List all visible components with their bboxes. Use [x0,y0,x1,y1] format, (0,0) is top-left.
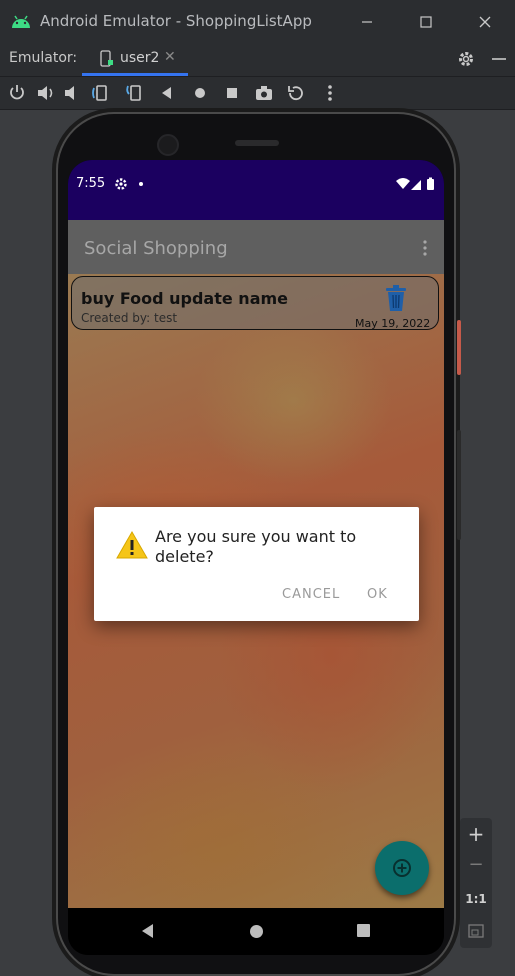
status-time: 7:55 [76,176,106,191]
status-bar: 7:55 [68,160,444,220]
android-logo-icon [12,15,30,28]
dialog-message: Are you sure you want to delete? [155,527,357,566]
back-icon[interactable] [156,82,178,104]
zoom-in-button[interactable]: + [460,822,492,846]
cancel-button[interactable]: CANCEL [282,587,340,602]
minimize-button[interactable] [352,8,382,36]
trash-icon[interactable] [384,284,408,312]
actual-size-button[interactable]: 1:1 [460,892,492,906]
navigation-bar [68,908,444,955]
ok-button[interactable]: OK [367,587,388,602]
screenshot-camera-icon[interactable] [253,82,275,104]
power-icon[interactable] [6,82,28,104]
volume-down-icon[interactable] [61,82,83,104]
zoom-controls: + − 1:1 [460,818,492,948]
earpiece-speaker [235,140,279,146]
close-icon [479,16,491,28]
notification-dot [139,182,143,186]
warning-icon [116,531,148,559]
wifi-signal-battery-icon [396,177,434,190]
add-circle-icon [393,859,411,877]
shopping-list-card[interactable]: buy Food update name Created by: test Ma… [71,276,439,330]
power-side-button[interactable] [457,320,461,375]
tab-user2[interactable]: user2 ✕ [82,44,188,76]
app-title: Social Shopping [84,238,228,259]
window-title: Android Emulator - ShoppingListApp [40,12,312,30]
emulator-tab-row: Emulator: user2 ✕ [0,44,515,77]
status-settings-icon [115,178,127,190]
nav-recents-icon[interactable] [357,924,370,937]
list-creator: Created by: test [81,311,178,325]
fit-screen-icon[interactable] [468,924,484,938]
emulator-toolbar [0,77,515,110]
add-list-fab[interactable] [375,841,429,895]
close-button[interactable] [470,8,500,36]
volume-up-icon[interactable] [35,82,57,104]
list-date: May 19, 2022 [355,317,431,330]
minimize-icon [362,21,372,23]
maximize-icon [420,16,432,28]
home-icon[interactable] [189,82,211,104]
settings-gear-icon[interactable] [457,50,475,68]
nav-home-icon[interactable] [250,925,263,938]
device-icon [100,50,113,67]
tab-close-icon[interactable]: ✕ [164,49,176,65]
nav-back-icon[interactable] [140,923,154,939]
zoom-out-button[interactable]: − [460,854,492,875]
maximize-button[interactable] [411,8,441,36]
rotate-left-icon[interactable] [90,82,112,104]
delete-confirmation-dialog: Are you sure you want to delete? CANCEL … [94,507,419,621]
snapshot-restore-icon[interactable] [285,82,307,104]
more-options-icon[interactable] [319,82,341,104]
app-bar: Social Shopping [68,220,444,274]
rotate-right-icon[interactable] [124,82,146,104]
front-camera [157,134,179,156]
overview-icon[interactable] [221,82,243,104]
emulator-label: Emulator: [9,50,78,66]
window-title-bar: Android Emulator - ShoppingListApp [0,0,515,44]
overflow-menu-icon[interactable] [422,239,428,257]
hide-panel-icon[interactable] [491,50,507,68]
volume-side-button[interactable] [457,430,461,540]
list-title: buy Food update name [81,289,289,308]
tab-label: user2 [120,50,160,66]
